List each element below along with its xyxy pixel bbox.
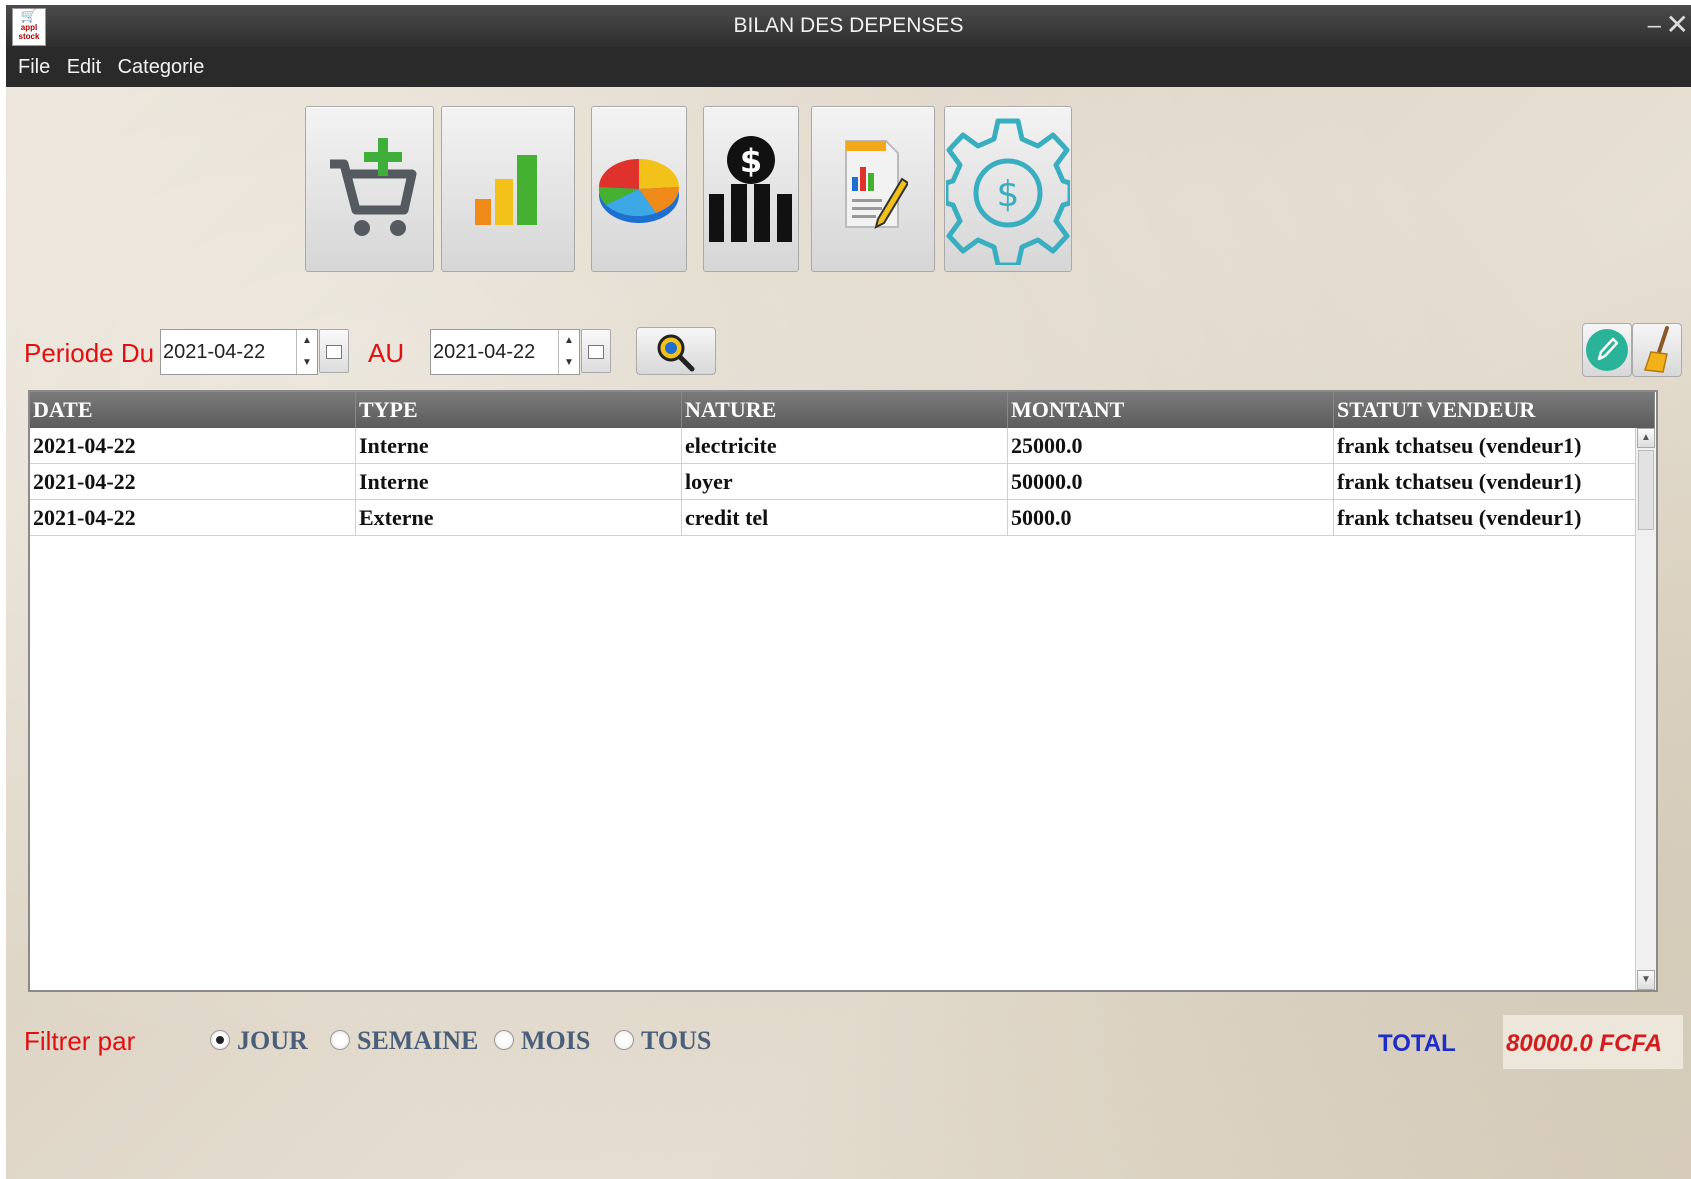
search-button[interactable] — [636, 327, 716, 375]
column-header-type[interactable]: TYPE — [355, 392, 682, 428]
period-from-label: Periode Du — [24, 338, 155, 368]
cell-montant[interactable]: 25000.0 — [1007, 428, 1334, 464]
svg-text:$: $ — [740, 142, 762, 180]
radio-mois[interactable]: MOIS — [494, 1026, 590, 1056]
menu-categorie[interactable]: Categorie — [112, 47, 211, 87]
period-to-label: AU — [368, 338, 405, 368]
radio-unchecked-icon[interactable] — [494, 1030, 514, 1051]
filter-label: Filtrer par — [24, 1026, 136, 1056]
calendar-to-button[interactable] — [581, 329, 611, 373]
cell-nature[interactable]: loyer — [681, 463, 1008, 500]
menu-bar: File Edit Categorie — [6, 47, 1691, 87]
cell-nature[interactable]: credit tel — [681, 499, 1008, 536]
table-row[interactable]: 2021-04-22 Interne electricite 25000.0 f… — [30, 428, 1655, 464]
table-scrollbar[interactable]: ▲ ▼ — [1635, 428, 1656, 990]
spin-up-icon[interactable]: ▲ — [559, 330, 579, 352]
broom-icon — [1643, 326, 1669, 373]
column-header-montant[interactable]: MONTANT — [1007, 392, 1334, 428]
calendar-from-button[interactable] — [319, 329, 349, 373]
cell-date[interactable]: 2021-04-22 — [30, 463, 356, 500]
window-title: BILAN DES DEPENSES — [733, 14, 964, 37]
app-window: 🛒 appl stock BILAN DES DEPENSES – ✕ File … — [6, 5, 1691, 1179]
clear-button[interactable] — [1632, 323, 1682, 377]
total-label: TOTAL — [1378, 1030, 1456, 1057]
spin-down-icon[interactable]: ▼ — [559, 352, 579, 374]
add-purchase-button[interactable] — [305, 106, 434, 272]
bar-chart-icon — [475, 155, 537, 225]
expenses-table: DATE TYPE NATURE MONTANT STATUT VENDEUR … — [28, 390, 1658, 992]
table-row[interactable]: 2021-04-22 Externe credit tel 5000.0 fra… — [30, 499, 1655, 536]
radio-tous[interactable]: TOUS — [614, 1026, 711, 1056]
add-to-cart-icon — [329, 138, 416, 236]
spin-down-icon[interactable]: ▼ — [297, 352, 317, 374]
pie-chart-button[interactable] — [591, 106, 687, 272]
report-button[interactable] — [811, 106, 935, 272]
table-row[interactable]: 2021-04-22 Interne loyer 50000.0 frank t… — [30, 463, 1655, 500]
date-to-spinner[interactable]: ▲ ▼ — [558, 330, 579, 374]
cell-type[interactable]: Externe — [355, 499, 682, 536]
calendar-icon — [326, 345, 342, 359]
cell-date[interactable]: 2021-04-22 — [30, 428, 356, 464]
search-icon — [657, 334, 695, 372]
close-button[interactable]: ✕ — [1666, 5, 1689, 47]
cell-statut-vendeur[interactable]: frank tchatseu (vendeur1) — [1333, 463, 1655, 500]
radio-semaine[interactable]: SEMAINE — [330, 1026, 478, 1056]
minimize-button[interactable]: – — [1648, 5, 1661, 47]
cell-nature[interactable]: electricite — [681, 428, 1008, 464]
title-bar: 🛒 appl stock BILAN DES DEPENSES – ✕ — [6, 5, 1691, 47]
date-from-spinner[interactable]: ▲ ▼ — [296, 330, 317, 374]
settings-button[interactable]: $ — [944, 106, 1072, 272]
edit-button[interactable] — [1582, 323, 1632, 377]
radio-unchecked-icon[interactable] — [330, 1030, 350, 1051]
scroll-thumb[interactable] — [1638, 450, 1654, 530]
column-header-statut-vendeur[interactable]: STATUT VENDEUR — [1333, 392, 1655, 428]
cell-type[interactable]: Interne — [355, 428, 682, 464]
cell-statut-vendeur[interactable]: frank tchatseu (vendeur1) — [1333, 499, 1655, 536]
spin-up-icon[interactable]: ▲ — [297, 330, 317, 352]
total-value: 80000.0 FCFA — [1506, 1030, 1663, 1057]
radio-checked-icon[interactable] — [210, 1030, 230, 1051]
menu-file[interactable]: File — [12, 47, 56, 87]
dollar-gear-icon: $ — [946, 118, 1070, 265]
radio-jour[interactable]: JOUR — [210, 1026, 308, 1056]
cell-type[interactable]: Interne — [355, 463, 682, 500]
date-to-field[interactable]: ▲▼ — [430, 329, 580, 375]
cell-statut-vendeur[interactable]: frank tchatseu (vendeur1) — [1333, 428, 1655, 464]
column-header-date[interactable]: DATE — [30, 392, 356, 428]
table-header-row: DATE TYPE NATURE MONTANT STATUT VENDEUR — [30, 392, 1655, 428]
pie-chart-icon — [598, 159, 680, 223]
column-header-nature[interactable]: NATURE — [681, 392, 1008, 428]
pencil-icon — [1586, 329, 1628, 371]
report-edit-icon — [845, 140, 908, 229]
dollar-stats-icon: $ — [709, 136, 792, 242]
dollar-stats-button[interactable]: $ — [703, 106, 799, 272]
cell-montant[interactable]: 5000.0 — [1007, 499, 1334, 536]
cell-montant[interactable]: 50000.0 — [1007, 463, 1334, 500]
cell-date[interactable]: 2021-04-22 — [30, 499, 356, 536]
svg-text:$: $ — [997, 174, 1020, 215]
scroll-up-icon[interactable]: ▲ — [1637, 428, 1655, 448]
bar-chart-button[interactable] — [441, 106, 575, 272]
date-from-field[interactable]: ▲▼ — [160, 329, 318, 375]
menu-edit[interactable]: Edit — [61, 47, 107, 87]
calendar-icon — [588, 345, 604, 359]
scroll-down-icon[interactable]: ▼ — [1637, 970, 1655, 990]
date-from-input[interactable] — [161, 330, 288, 374]
date-to-input[interactable] — [431, 330, 558, 374]
radio-unchecked-icon[interactable] — [614, 1030, 634, 1051]
